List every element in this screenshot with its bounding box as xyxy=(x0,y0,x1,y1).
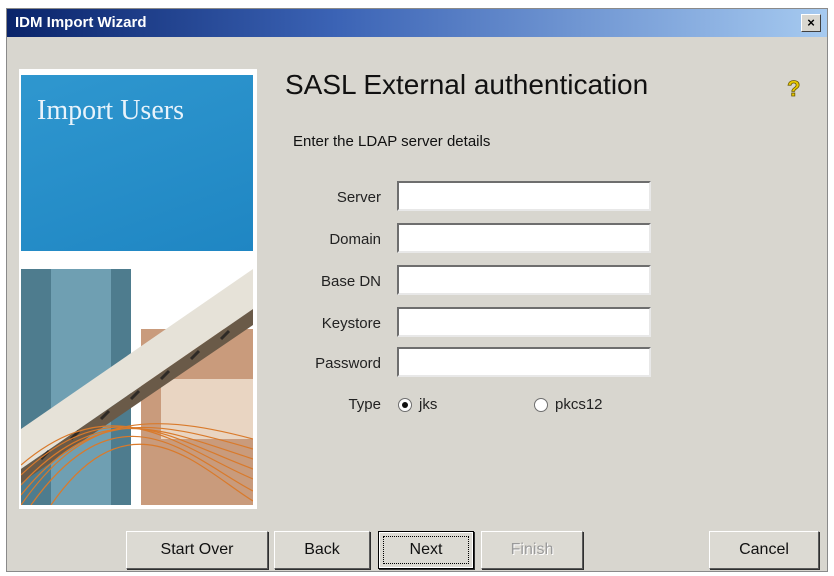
jks-radio-label[interactable]: jks xyxy=(419,396,437,413)
password-label: Password xyxy=(315,355,381,372)
sidebar-title: Import Users xyxy=(37,95,184,126)
sidebar-panel: Import Users xyxy=(19,69,257,509)
focus-indicator xyxy=(383,536,469,564)
instructions-text: Enter the LDAP server details xyxy=(293,133,491,150)
server-label: Server xyxy=(336,189,381,206)
cancel-button[interactable]: Cancel xyxy=(709,531,819,569)
question-mark-icon[interactable]: ? xyxy=(783,77,805,99)
close-button[interactable]: × xyxy=(801,14,821,32)
base-dn-input[interactable] xyxy=(397,265,651,295)
pkcs12-radio-label[interactable]: pkcs12 xyxy=(555,396,603,413)
wizard-window: IDM Import Wizard × Import Users SASL Ex… xyxy=(6,8,828,572)
jks-radio[interactable] xyxy=(398,398,412,412)
close-icon: × xyxy=(807,15,815,30)
back-button[interactable]: Back xyxy=(274,531,370,569)
start-over-button[interactable]: Start Over xyxy=(126,531,268,569)
password-input[interactable] xyxy=(397,347,651,377)
title-bar[interactable]: IDM Import Wizard × xyxy=(7,9,827,37)
next-button[interactable]: Next xyxy=(378,531,474,569)
server-input[interactable] xyxy=(397,181,651,211)
svg-text:?: ? xyxy=(787,77,800,99)
pkcs12-radio[interactable] xyxy=(534,398,548,412)
keystore-input[interactable] xyxy=(397,307,651,337)
domain-input[interactable] xyxy=(397,223,651,253)
finish-button[interactable]: Finish xyxy=(481,531,583,569)
window-title: IDM Import Wizard xyxy=(15,14,147,31)
domain-label: Domain xyxy=(329,231,381,248)
keystore-label: Keystore xyxy=(321,315,381,332)
sidebar-banner: Import Users xyxy=(21,75,253,251)
type-label: Type xyxy=(348,396,381,413)
page-heading: SASL External authentication xyxy=(285,69,649,100)
base-dn-label: Base DN xyxy=(320,273,381,290)
building-illustration xyxy=(21,269,253,505)
sidebar-illustration xyxy=(21,269,253,505)
